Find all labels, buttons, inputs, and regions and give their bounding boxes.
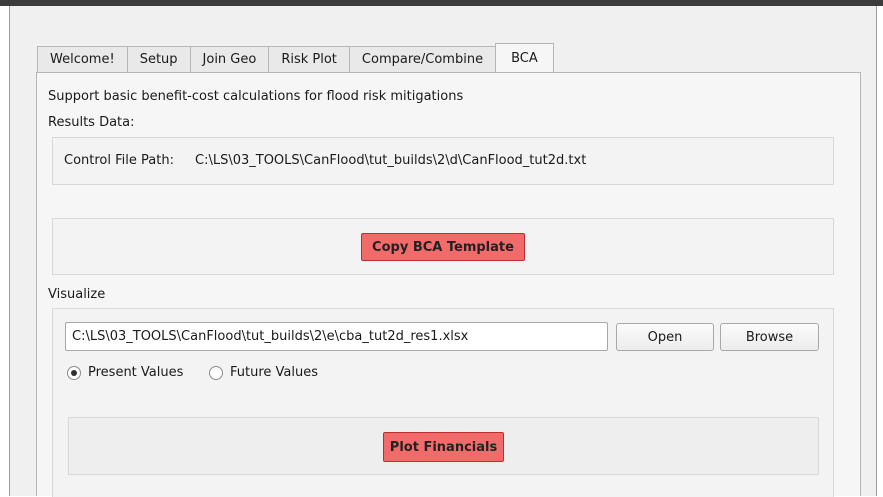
control-file-label: Control File Path: xyxy=(64,153,174,168)
tab-label: Setup xyxy=(139,52,178,67)
tab-welcome[interactable]: Welcome! xyxy=(37,46,128,72)
control-file-group: Control File Path: C:\LS\03_TOOLS\CanFlo… xyxy=(52,137,834,185)
tab-label: Join Geo xyxy=(202,52,257,67)
tab-bca[interactable]: BCA xyxy=(495,43,554,72)
results-data-label: Results Data: xyxy=(48,115,135,130)
plot-financials-group: Plot Financials xyxy=(68,417,819,475)
tab-setup[interactable]: Setup xyxy=(126,46,191,72)
bca-template-group: Copy BCA Template xyxy=(52,218,834,275)
plot-financials-button[interactable]: Plot Financials xyxy=(383,432,504,462)
tab-risk-plot[interactable]: Risk Plot xyxy=(268,46,350,72)
tab-label: Compare/Combine xyxy=(361,52,484,67)
radio-selected-dot xyxy=(71,370,77,376)
visualize-label: Visualize xyxy=(48,287,106,302)
button-label: Open xyxy=(647,329,683,345)
button-label: Plot Financials xyxy=(389,439,498,455)
tab-label: Welcome! xyxy=(50,52,115,67)
future-values-radio[interactable] xyxy=(209,366,223,380)
future-values-label[interactable]: Future Values xyxy=(230,365,318,380)
results-file-input[interactable] xyxy=(65,322,608,351)
open-button[interactable]: Open xyxy=(616,323,714,351)
tab-label: BCA xyxy=(511,50,538,66)
copy-bca-template-button[interactable]: Copy BCA Template xyxy=(361,233,525,261)
button-label: Copy BCA Template xyxy=(372,239,514,255)
tab-bar: Welcome! Setup Join Geo Risk Plot Compar… xyxy=(37,43,554,72)
present-values-radio[interactable] xyxy=(67,366,81,380)
visualize-group: Open Browse Present Values Future Values… xyxy=(52,308,834,497)
tab-compare-combine[interactable]: Compare/Combine xyxy=(348,46,497,72)
bca-description: Support basic benefit-cost calculations … xyxy=(48,89,464,104)
bca-tab-panel: Support basic benefit-cost calculations … xyxy=(36,72,861,497)
present-values-label[interactable]: Present Values xyxy=(88,365,183,380)
browse-button[interactable]: Browse xyxy=(720,323,819,351)
tab-label: Risk Plot xyxy=(281,52,337,67)
button-label: Browse xyxy=(745,329,794,345)
tab-join-geo[interactable]: Join Geo xyxy=(189,46,270,72)
control-file-path: C:\LS\03_TOOLS\CanFlood\tut_builds\2\d\C… xyxy=(195,153,587,168)
